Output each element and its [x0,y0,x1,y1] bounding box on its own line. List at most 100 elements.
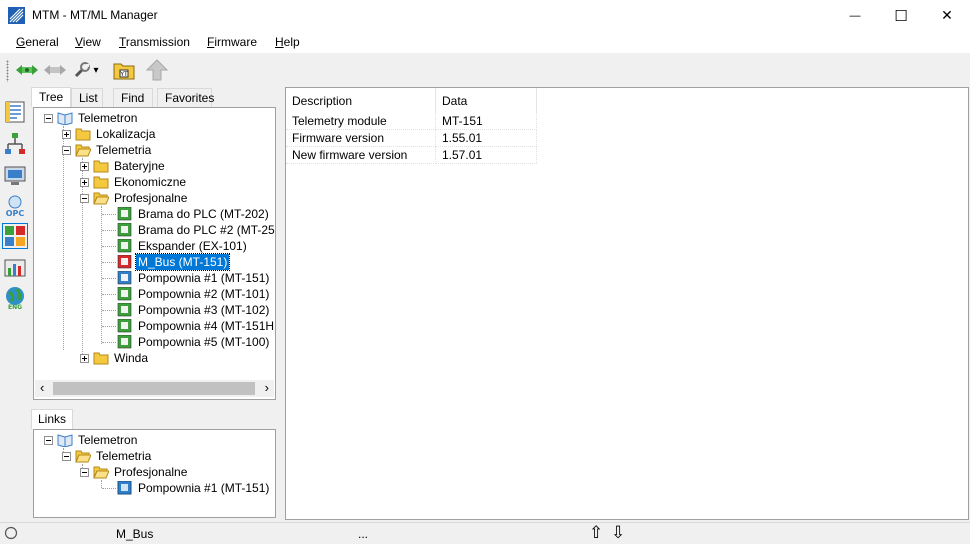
collapse-icon[interactable] [80,193,89,203]
tree-line [102,214,116,215]
menu-help[interactable]: Help [275,35,300,49]
tree-node-device[interactable]: Pompownia #2 (MT-101) [117,286,271,302]
disconnect-button[interactable] [42,57,68,83]
detail-description-cell: Firmware version [286,130,436,147]
tree-node-root[interactable]: Telemetron [44,110,139,126]
tree-line [102,488,116,489]
device-icon [117,303,132,317]
scroll-left-icon[interactable]: ‹ [40,380,44,395]
up-arrow-icon [146,59,168,81]
details-list[interactable]: Description Data Telemetry module MT-151 F… [285,87,969,520]
tree-line [102,310,116,311]
svg-text:ENG: ENG [8,304,22,310]
tree-node-device[interactable]: M_Bus (MT-151) [117,253,231,271]
device-icon [117,223,132,237]
tree-node-telemetria[interactable]: Telemetria [62,142,153,158]
links-node-profesjonalne[interactable]: Profesjonalne [80,464,189,480]
device-icon [117,207,132,221]
scroll-right-icon[interactable]: › [265,380,269,395]
close-button[interactable]: ✕ [924,0,970,31]
connect-button[interactable] [14,57,40,83]
expand-icon[interactable] [80,353,89,363]
collapse-icon[interactable] [44,435,53,445]
detail-description-cell: New firmware version [286,147,436,164]
links-node-device[interactable]: Pompownia #1 (MT-151) [117,480,271,496]
chevron-down-icon: ▾ [93,64,99,76]
links-node-root[interactable]: Telemetron [44,432,139,448]
detail-data-cell: MT-151 [436,113,537,130]
opc-icon[interactable]: OPC [3,194,27,218]
folder-icon [75,128,91,141]
network-icon[interactable] [3,132,27,156]
tab-favorites[interactable]: Favorites [157,88,214,107]
links-tree[interactable]: Telemetron Telemetria Profesjonalne Pomp… [33,429,276,518]
links-node-telemetria[interactable]: Telemetria [62,448,153,464]
menu-view[interactable]: View [75,35,101,49]
expand-icon[interactable] [62,129,71,139]
upload-button[interactable] [144,57,170,83]
menu-general[interactable]: General [16,35,59,49]
device-tree[interactable]: Telemetron Lokalizacja Telemetria Batery… [33,107,276,400]
column-header-data[interactable]: Data [436,88,537,113]
chart-icon[interactable] [3,256,27,280]
tree-node-device[interactable]: Pompownia #3 (MT-102) [117,302,271,318]
maximize-button[interactable]: ☐ [878,0,924,31]
tree-line [102,262,116,263]
minimize-button[interactable]: — [832,0,878,31]
collapse-icon[interactable] [62,451,71,461]
book-icon [57,112,73,125]
globe-icon[interactable]: ENG [3,286,27,310]
folder-open-icon [93,466,109,479]
collapse-icon[interactable] [80,467,89,477]
menu-firmware[interactable]: Firmware [207,35,257,49]
open-folder-button[interactable]: YT [110,57,138,83]
tree-node-profesjonalne[interactable]: Profesjonalne [80,190,189,206]
properties-icon[interactable] [3,100,27,124]
monitor-icon[interactable] [3,164,27,188]
menu-bar: General View Transmission Firmware Help [0,31,970,53]
close-icon: ✕ [941,7,953,23]
device-icon [117,335,132,349]
tree-node-winda[interactable]: Winda [80,350,150,366]
folder-icon [93,160,109,173]
tree-line [102,246,116,247]
connection-status-icon [4,526,18,540]
column-header-description[interactable]: Description [286,88,436,113]
window-title: MTM - MT/ML Manager [32,8,158,22]
menu-transmission[interactable]: Transmission [119,35,190,49]
tree-line [102,278,116,279]
tree-node-device[interactable]: Pompownia #1 (MT-151) [117,270,271,286]
tools-button[interactable]: ▾ [72,57,100,83]
wrench-icon [75,62,91,78]
tab-links[interactable]: Links [31,409,74,429]
down-arrow-icon[interactable]: ⇩ [611,523,625,543]
status-bar: M_Bus ... ⇧ ⇩ [0,522,970,544]
up-arrow-icon[interactable]: ⇧ [589,523,603,543]
tree-node-device[interactable]: Ekspander (EX-101) [117,238,249,254]
tree-line [102,230,116,231]
tree-node-ekonomiczne[interactable]: Ekonomiczne [80,174,188,190]
tree-line [101,206,102,344]
device-icon [117,287,132,301]
tree-horizontal-scrollbar[interactable]: ‹ › [35,380,274,397]
tree-line [101,480,102,488]
scrollbar-thumb[interactable] [53,382,255,395]
tree-line [63,126,64,350]
collapse-icon[interactable] [62,145,71,155]
device-icon [117,271,132,285]
tab-find[interactable]: Find [113,88,153,107]
tab-list[interactable]: List [71,88,103,107]
tree-node-bateryjne[interactable]: Bateryjne [80,158,167,174]
folder-icon [93,352,109,365]
expand-icon[interactable] [80,177,89,187]
tree-node-lokalizacja[interactable]: Lokalizacja [62,126,157,142]
tree-node-device[interactable]: Pompownia #5 (MT-100) [117,334,271,350]
collapse-icon[interactable] [44,113,53,123]
tree-node-device[interactable]: Brama do PLC (MT-202) [117,206,271,222]
expand-icon[interactable] [80,161,89,171]
tree-node-device[interactable]: Brama do PLC #2 (MT-251) [117,222,275,238]
tab-tree[interactable]: Tree [31,87,71,107]
modules-icon[interactable] [2,223,28,249]
tree-node-device[interactable]: Pompownia #4 (MT-151HMI) [117,318,275,334]
connect-icon [16,65,38,75]
